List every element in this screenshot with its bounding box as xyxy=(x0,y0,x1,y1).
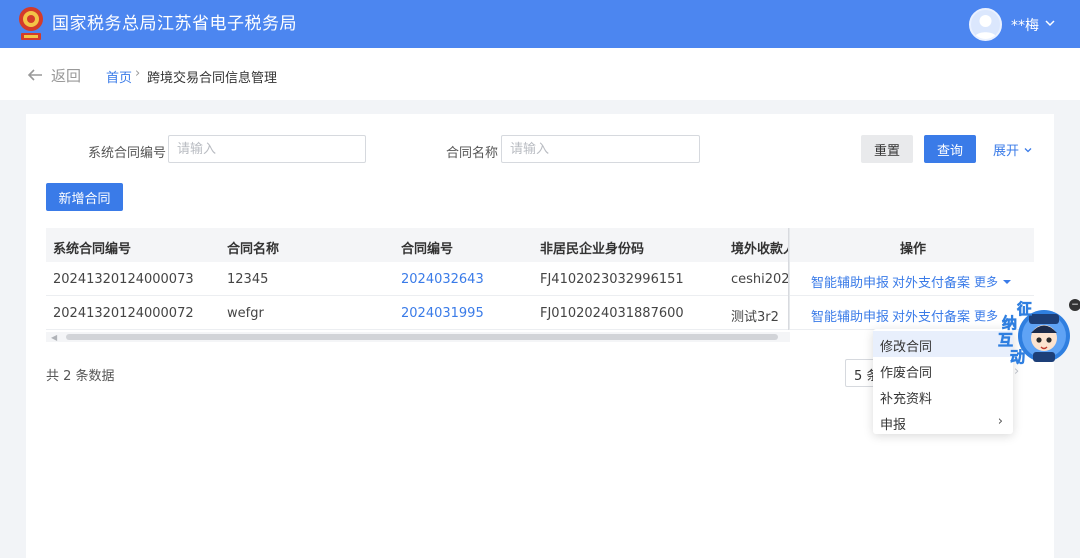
column-header: 合同编号 xyxy=(401,242,454,257)
cell-nonresident-id: FJ0102024031887600 xyxy=(540,306,684,321)
menu-item-declare[interactable]: 申报 › xyxy=(873,409,1013,435)
arrow-left-icon xyxy=(27,69,42,81)
interaction-mascot-widget[interactable]: 征 纳 互 动 xyxy=(995,300,1080,370)
add-contract-button[interactable]: 新增合同 xyxy=(46,183,123,211)
mascot-char: 互 xyxy=(998,331,1013,349)
contract-name-label: 合同名称 xyxy=(446,146,499,161)
table-header: 系统合同编号 合同名称 合同编号 非居民企业身份码 境外收款人 操作 xyxy=(46,228,1034,262)
table-row: 20241320124000072 wefgr 2024031995 FJ010… xyxy=(46,296,1034,330)
breadcrumb-current: 跨境交易合同信息管理 xyxy=(147,71,278,86)
breadcrumb-separator: › xyxy=(135,66,141,81)
app-title: 国家税务总局江苏省电子税务局 xyxy=(52,14,297,34)
total-count: 共 2 条数据 xyxy=(46,369,115,384)
payment-filing-link[interactable]: 对外支付备案 xyxy=(892,306,970,325)
chevron-right-icon: › xyxy=(997,414,1003,429)
more-link[interactable]: 更多 xyxy=(974,273,1012,290)
menu-item-supplement-docs[interactable]: 补充资料 xyxy=(873,383,1013,409)
column-header: 合同名称 xyxy=(227,242,280,257)
top-bar: 国家税务总局江苏省电子税务局 **梅 xyxy=(0,0,1080,48)
sys-contract-no-label: 系统合同编号 xyxy=(88,146,167,161)
cell-sys-contract-no: 20241320124000072 xyxy=(53,306,194,321)
cell-nonresident-id: FJ4102023032996151 xyxy=(540,272,684,287)
mascot-char: 征 xyxy=(1017,300,1032,318)
tax-emblem-icon xyxy=(19,7,43,40)
cell-sys-contract-no: 20241320124000073 xyxy=(53,272,194,287)
column-header: 境外收款人 xyxy=(731,242,788,257)
table-row: 20241320124000073 12345 2024032643 FJ410… xyxy=(46,262,1034,296)
back-button[interactable]: 返回 xyxy=(27,66,82,85)
mascot-close-button[interactable]: − xyxy=(1069,299,1080,311)
user-avatar[interactable] xyxy=(969,8,1002,41)
column-header-actions: 操作 xyxy=(900,242,927,257)
sys-contract-no-input[interactable] xyxy=(168,135,366,163)
more-actions-dropdown: 修改合同 作废合同 补充资料 申报 › xyxy=(873,329,1013,434)
cell-payee: ceshi2023 xyxy=(731,272,788,287)
reset-button[interactable]: 重置 xyxy=(861,135,913,163)
user-name[interactable]: **梅 xyxy=(1011,15,1039,35)
expand-label: 展开 xyxy=(993,144,1020,159)
back-label: 返回 xyxy=(51,66,82,85)
smart-assist-link[interactable]: 智能辅助申报 xyxy=(811,272,889,291)
user-avatar-icon xyxy=(974,15,997,39)
expand-toggle[interactable]: 展开 xyxy=(993,140,1033,159)
scroll-thumb[interactable] xyxy=(66,334,778,340)
menu-item-declare-label: 申报 xyxy=(880,418,907,433)
menu-item-void-contract[interactable]: 作废合同 xyxy=(873,357,1013,383)
table-horizontal-scrollbar[interactable]: ◀ xyxy=(46,332,790,342)
query-button[interactable]: 查询 xyxy=(924,135,976,163)
breadcrumb-home[interactable]: 首页 xyxy=(106,67,132,86)
cell-contract-no-link[interactable]: 2024032643 xyxy=(401,272,484,287)
column-header: 系统合同编号 xyxy=(53,242,132,257)
chevron-down-icon[interactable] xyxy=(1044,15,1056,31)
more-label: 更多 xyxy=(974,275,999,289)
sub-header: 返回 首页 › 跨境交易合同信息管理 xyxy=(0,48,1080,100)
chevron-down-icon xyxy=(1024,147,1032,152)
cell-contract-name: wefgr xyxy=(227,306,264,321)
contract-name-input[interactable] xyxy=(501,135,700,163)
cell-payee: 测试3r2 xyxy=(731,310,779,325)
caret-down-icon xyxy=(1002,280,1011,284)
column-header: 非居民企业身份码 xyxy=(540,242,645,257)
payment-filing-link[interactable]: 对外支付备案 xyxy=(892,272,970,291)
fixed-column-divider xyxy=(788,228,790,330)
mascot-char: 动 xyxy=(1010,348,1025,366)
menu-item-edit-contract[interactable]: 修改合同 xyxy=(873,331,1013,357)
cell-contract-no-link[interactable]: 2024031995 xyxy=(401,306,484,321)
scroll-left-icon[interactable]: ◀ xyxy=(51,333,57,342)
smart-assist-link[interactable]: 智能辅助申报 xyxy=(811,306,889,325)
mascot-char: 纳 xyxy=(1002,314,1017,332)
cell-contract-name: 12345 xyxy=(227,272,269,287)
